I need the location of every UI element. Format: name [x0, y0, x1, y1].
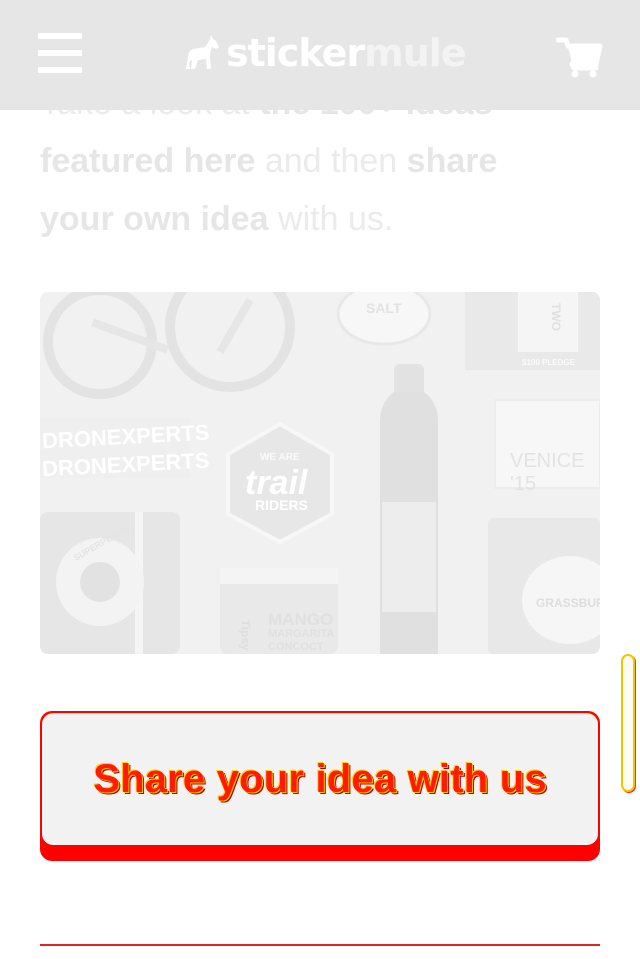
- sticker-label: VENICE '15: [510, 450, 585, 495]
- intro-line-2: featured here and then share: [40, 132, 600, 190]
- menu-bar: [38, 33, 82, 39]
- stickermule-logo[interactable]: stickermule: [180, 30, 467, 76]
- intro-text: and then: [255, 142, 407, 180]
- site-header: stickermule: [0, 0, 640, 110]
- intro-text: with us.: [268, 200, 394, 238]
- sticker-label: MARGARITA: [268, 628, 335, 640]
- hero-sticker-collage-image: DRONEXPERTS DRONEXPERTS WE ARE trail RID…: [40, 292, 600, 654]
- share-idea-button-label: Share your idea with us: [93, 757, 547, 801]
- page: Take a look at the 100+ ideas featured h…: [0, 0, 640, 959]
- shopping-cart-icon[interactable]: [555, 36, 604, 78]
- scrollbar-thumb[interactable]: [621, 654, 635, 792]
- intro-line-3: your own idea with us.: [40, 190, 600, 248]
- featured-here-link[interactable]: featured here: [40, 142, 255, 180]
- sticker-label: TWO: [549, 303, 563, 331]
- logo-wordmark: stickermule: [226, 30, 467, 76]
- your-own-idea-link[interactable]: your own idea: [40, 200, 269, 238]
- share-idea-button[interactable]: Share your idea with us: [40, 711, 600, 861]
- hamburger-menu-icon[interactable]: [38, 33, 82, 73]
- sticker-label: $100 PLEDGE: [522, 358, 575, 367]
- mule-logo-icon: [186, 35, 219, 69]
- sticker-label: RIDERS: [255, 497, 308, 513]
- menu-bar: [38, 50, 82, 56]
- logo-text-sticker: sticker: [226, 31, 365, 75]
- sticker-label: WE ARE: [260, 452, 300, 463]
- logo-text-mule: mule: [364, 31, 466, 75]
- share-link[interactable]: share: [407, 142, 498, 180]
- sticker-label: SALT: [366, 300, 402, 316]
- section-divider: [40, 944, 600, 946]
- share-idea-button-face: Share your idea with us: [42, 713, 598, 845]
- sticker-label: GRASSBURG: [536, 596, 600, 610]
- menu-bar: [38, 67, 82, 73]
- sticker-label: MANGO: [268, 610, 334, 629]
- sticker-label: Tipsy: [238, 619, 253, 651]
- sticker-label: CONCOCT: [268, 641, 324, 653]
